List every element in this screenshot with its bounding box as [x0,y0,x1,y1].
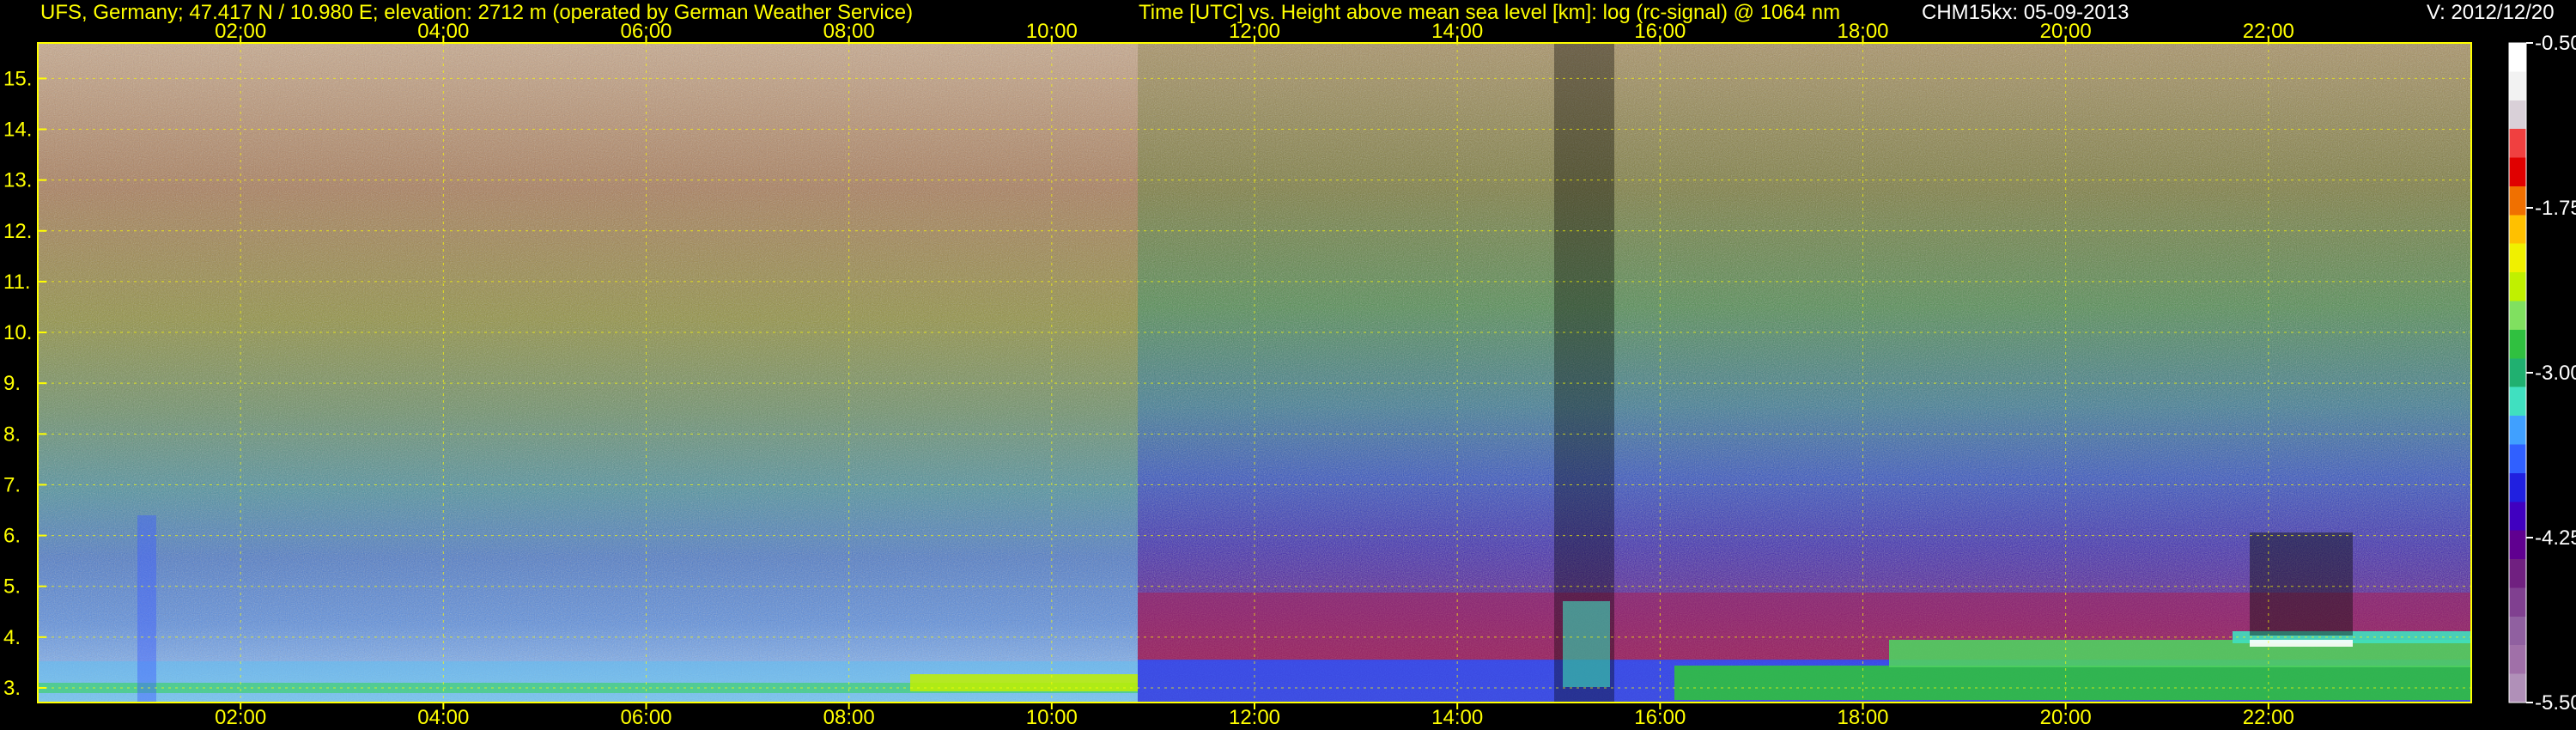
x-tick-label-top: 22:00 [2243,20,2294,43]
colorbar-ticks: -0.50 -1.75 -3.00 -4.25 -5.50 [2526,32,2576,715]
mixing-layer-evening [1889,640,2471,667]
x-tick-label-top: 16:00 [1634,20,1686,43]
y-tick-label: 13. [3,169,32,192]
x-axis-top: 02:00 04:00 06:00 08:00 10:00 12:00 14:00 16:00… [215,20,2294,43]
y-tick-label: 14. [3,119,32,142]
colorbar-tick-label: -0.50 [2535,32,2576,55]
y-tick-label: 3. [3,677,21,700]
y-tick-label: 15. [3,67,32,90]
x-tick-label-top: 06:00 [620,20,671,43]
x-tick-label-top: 04:00 [417,20,469,43]
colorbar [2509,43,2526,703]
x-tick-label-bottom: 02:00 [215,706,266,729]
y-tick-label: 10. [3,321,32,344]
colorbar-tick-label: -3.00 [2535,362,2576,385]
colorbar-tick-label: -5.50 [2535,691,2576,715]
x-axis-bottom: 02:00 04:00 06:00 08:00 10:00 12:00 14:00 16:00… [215,703,2294,729]
x-tick-label-bottom: 22:00 [2243,706,2294,729]
x-tick-label-top: 02:00 [215,20,266,43]
signal-attenuation-evening [2250,532,2353,636]
x-tick-label-bottom: 12:00 [1229,706,1280,729]
y-tick-label: 7. [3,473,21,496]
x-tick-label-bottom: 04:00 [417,706,469,729]
x-tick-label-bottom: 10:00 [1026,706,1078,729]
low-signal-band [137,515,156,703]
y-tick-label: 12. [3,220,32,243]
x-tick-label-top: 12:00 [1229,20,1280,43]
y-tick-label: 9. [3,372,21,395]
colorbar-tick-label: -4.25 [2535,526,2576,550]
convective-plumes [1563,601,1610,687]
y-tick-label: 6. [3,525,21,548]
y-tick-label: 4. [3,626,21,649]
x-tick-label-top: 08:00 [823,20,875,43]
x-tick-label-bottom: 06:00 [620,706,671,729]
x-tick-label-top: 20:00 [2040,20,2092,43]
colorbar-tick-label: -1.75 [2535,197,2576,220]
lidar-chart: 02:00 04:00 06:00 08:00 10:00 12:00 14:00 16:00… [3,20,2576,729]
cloud-layer-evening [2250,640,2353,647]
x-tick-label-top: 10:00 [1026,20,1078,43]
y-tick-label: 11. [3,271,31,294]
x-tick-label-top: 14:00 [1431,20,1483,43]
x-tick-label-bottom: 18:00 [1837,706,1888,729]
near-surface-layer-morning [910,674,1138,691]
x-tick-label-bottom: 20:00 [2040,706,2092,729]
x-tick-label-bottom: 14:00 [1431,706,1483,729]
y-tick-label: 8. [3,423,21,446]
mixing-layer-afternoon [1674,666,2471,700]
y-tick-label: 5. [3,575,21,599]
x-tick-label-bottom: 16:00 [1634,706,1686,729]
x-tick-label-bottom: 08:00 [823,706,875,729]
x-tick-label-top: 18:00 [1837,20,1888,43]
